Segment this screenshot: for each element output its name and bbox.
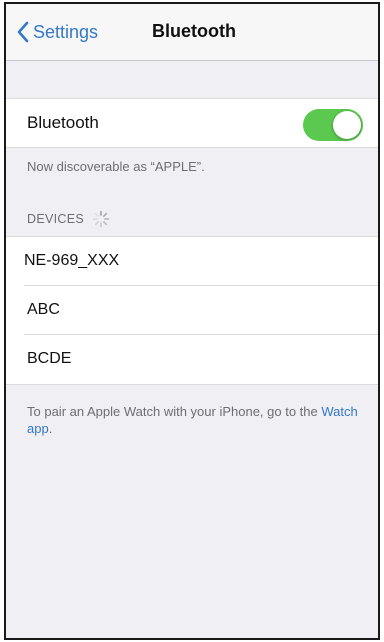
- page-title: Bluetooth: [152, 21, 236, 41]
- toggle-knob: [333, 111, 361, 139]
- device-row[interactable]: ABC: [6, 286, 378, 335]
- devices-section-header: DEVICES: [27, 210, 110, 228]
- bluetooth-toggle[interactable]: [303, 109, 363, 141]
- footer-text: To pair an Apple Watch with your iPhone,…: [27, 404, 322, 419]
- device-row[interactable]: BCDE: [6, 335, 378, 384]
- phone-screen: Settings Bluetooth Bluetooth Now discove…: [4, 2, 380, 640]
- device-name: BCDE: [27, 350, 72, 367]
- device-row[interactable]: NE-969_XXX: [6, 237, 378, 286]
- back-button-label: Settings: [33, 21, 99, 42]
- back-button[interactable]: Settings: [16, 19, 98, 45]
- navigation-bar: Settings Bluetooth: [6, 4, 378, 61]
- device-name: ABC: [27, 301, 60, 318]
- bluetooth-label: Bluetooth: [27, 113, 99, 132]
- discoverable-status: Now discoverable as “APPLE”.: [27, 159, 205, 174]
- loading-spinner-icon: [92, 210, 110, 228]
- devices-header-label: DEVICES: [27, 212, 84, 226]
- footer-text-end: .: [48, 421, 53, 436]
- apple-watch-pairing-note: To pair an Apple Watch with your iPhone,…: [27, 403, 367, 437]
- device-name: NE-969_XXX: [24, 252, 120, 269]
- bluetooth-row: Bluetooth: [6, 98, 378, 148]
- chevron-left-icon: [17, 21, 29, 43]
- devices-list: NE-969_XXX ABC BCDE: [6, 236, 378, 385]
